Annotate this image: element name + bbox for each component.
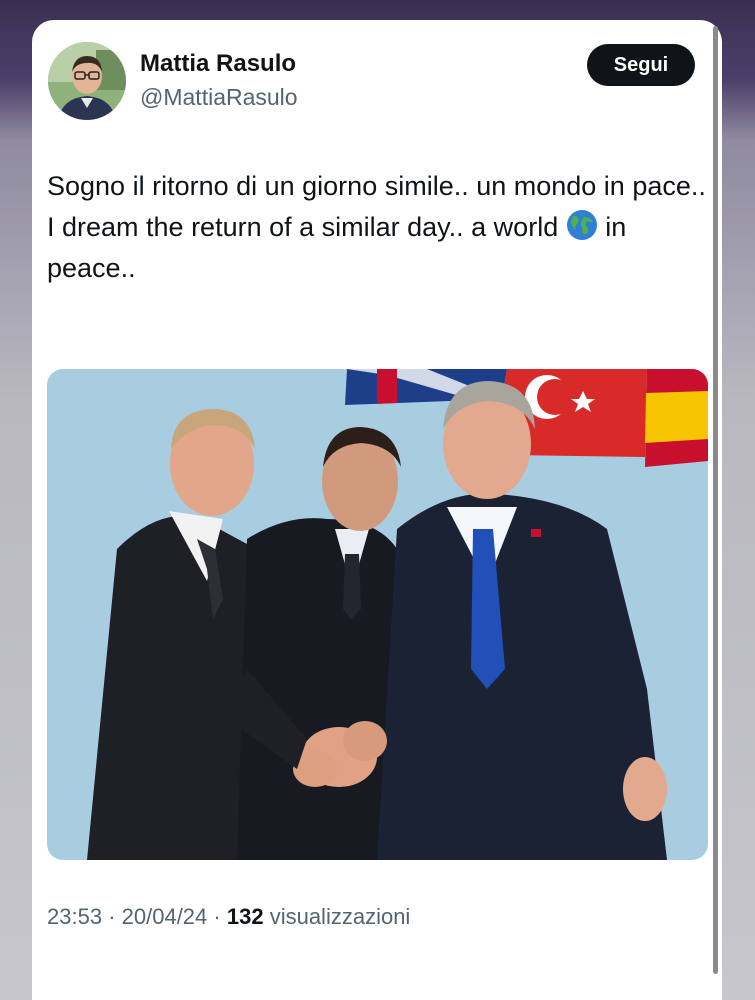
author-display-name[interactable]: Mattia Rasulo <box>140 50 296 78</box>
photo-three-men-handshake <box>47 369 708 860</box>
tweet-meta: 23:53 · 20/04/24 · 132 visualizzazioni <box>47 904 410 930</box>
tweet-text-italian: Sogno il ritorno di un giorno simile.. u… <box>47 171 706 201</box>
tweet-date[interactable]: 20/04/24 <box>122 904 208 929</box>
meta-separator: · <box>108 904 116 929</box>
views-count: 132 <box>226 904 264 929</box>
tweet-card: Mattia Rasulo @MattiaRasulo Segui Sogno … <box>32 20 722 1000</box>
scrollbar[interactable] <box>713 26 718 974</box>
follow-button[interactable]: Segui <box>587 44 695 86</box>
meta-separator: · <box>213 904 221 929</box>
author-handle[interactable]: @MattiaRasulo <box>140 84 298 111</box>
tweet-text-english: I dream the return of a similar day.. a … <box>47 207 707 289</box>
tweet-time[interactable]: 23:53 <box>47 904 102 929</box>
tweet-photo[interactable] <box>47 369 708 860</box>
globe-icon <box>566 210 597 240</box>
user-avatar-icon <box>48 42 126 120</box>
views-label: visualizzazioni <box>269 904 411 929</box>
avatar[interactable] <box>48 42 126 120</box>
tweet-text: Sogno il ritorno di un giorno simile.. u… <box>47 166 707 289</box>
tweet-text-english-part1: I dream the return of a similar day.. a … <box>47 212 559 242</box>
